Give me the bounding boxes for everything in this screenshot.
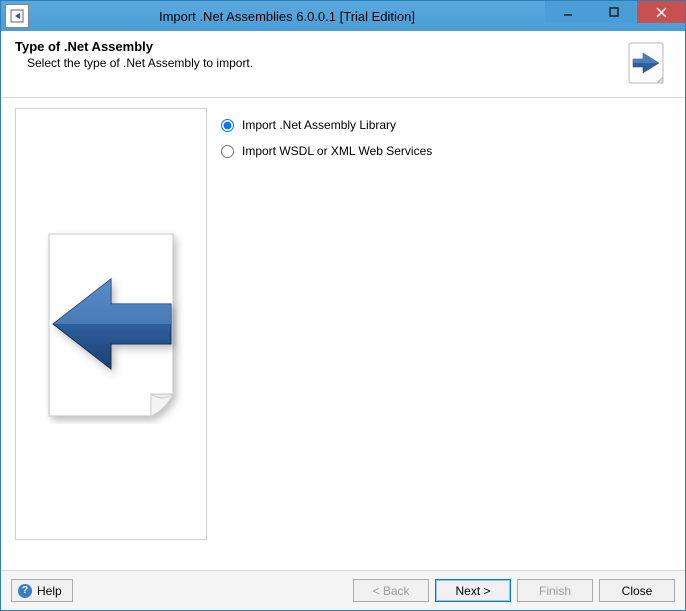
radio-import-wsdl[interactable]: Import WSDL or XML Web Services	[221, 144, 671, 158]
page-subtitle: Select the type of .Net Assembly to impo…	[27, 56, 253, 70]
close-button[interactable]: Close	[599, 579, 675, 602]
page-title: Type of .Net Assembly	[15, 39, 253, 54]
finish-button: Finish	[517, 579, 593, 602]
radio-import-library[interactable]: Import .Net Assembly Library	[221, 118, 671, 132]
window-controls	[545, 1, 685, 23]
next-button[interactable]: Next >	[435, 579, 511, 602]
wizard-footer: ? Help < Back Next > Finish Close	[1, 570, 685, 610]
help-button[interactable]: ? Help	[11, 579, 73, 602]
help-label: Help	[37, 584, 62, 598]
radio-import-library-label: Import .Net Assembly Library	[242, 118, 396, 132]
header-import-icon	[623, 39, 671, 87]
help-icon: ?	[18, 584, 32, 598]
back-button: < Back	[353, 579, 429, 602]
app-icon	[5, 4, 29, 28]
wizard-header: Type of .Net Assembly Select the type of…	[1, 31, 685, 98]
window-title: Import .Net Assemblies 6.0.0.1 [Trial Ed…	[29, 9, 545, 24]
maximize-button[interactable]	[591, 1, 637, 23]
radio-import-wsdl-input[interactable]	[221, 145, 234, 158]
radio-import-library-input[interactable]	[221, 119, 234, 132]
radio-import-wsdl-label: Import WSDL or XML Web Services	[242, 144, 432, 158]
close-window-button[interactable]	[637, 1, 685, 23]
minimize-button[interactable]	[545, 1, 591, 23]
wizard-side-image	[15, 108, 207, 540]
titlebar: Import .Net Assemblies 6.0.0.1 [Trial Ed…	[1, 1, 685, 31]
